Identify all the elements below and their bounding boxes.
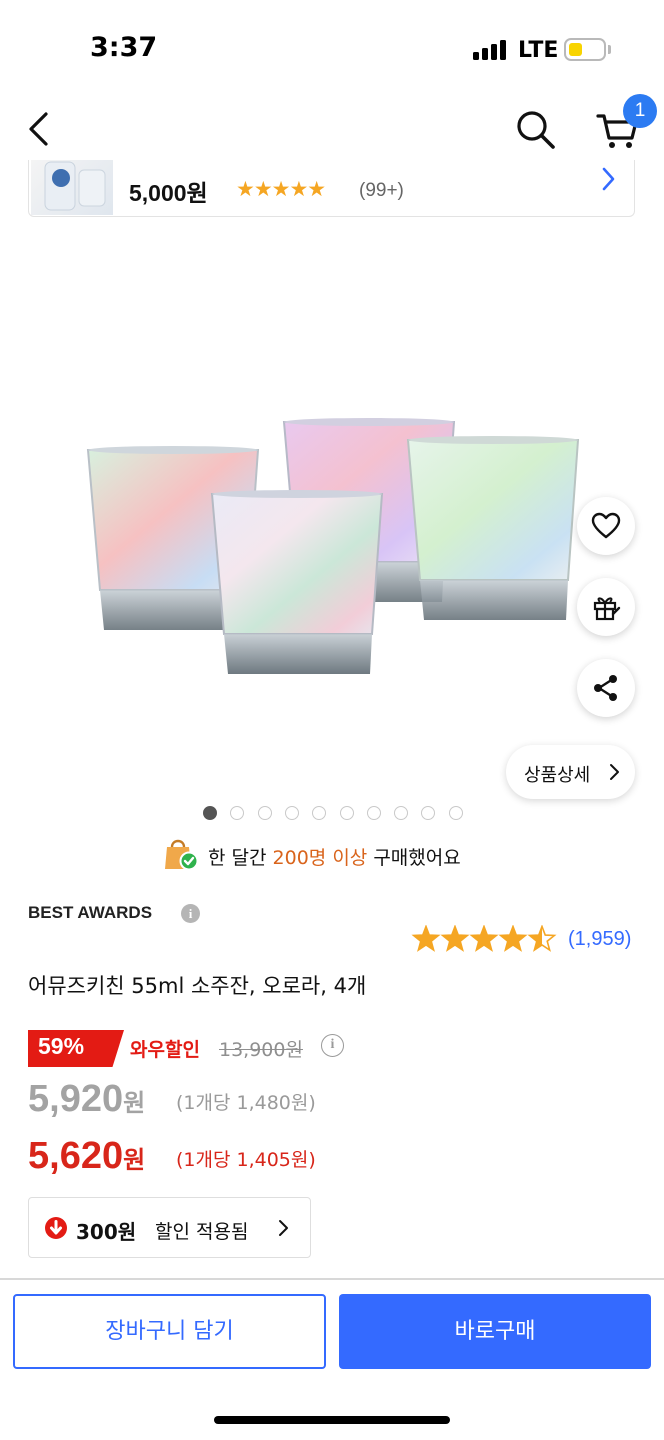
best-awards-label: BEST AWARDS (28, 903, 153, 922)
rating-star-fill (471, 926, 497, 951)
rating-stars[interactable] (411, 925, 561, 953)
product-detail-label: 상품상세 (524, 765, 591, 786)
rating-star-fill (413, 926, 439, 951)
heart-icon (591, 512, 621, 539)
back-button[interactable] (22, 106, 62, 152)
chevron-left-icon (29, 112, 48, 146)
product-title: 어뮤즈키친 55ml 소주잔, 오로라, 4개 (28, 974, 367, 998)
discount-percent: 59% (38, 1033, 85, 1059)
status-bar: 3:37 LTE (0, 0, 664, 100)
regular-price-currency: 원 (123, 1090, 146, 1117)
bottom-divider (0, 1278, 664, 1280)
pagination-dot[interactable] (366, 806, 381, 820)
pagination-dot[interactable] (394, 806, 409, 820)
regular-unit-price: (1개당 1,480원) (176, 1092, 316, 1114)
share-icon (594, 675, 617, 701)
gift-icon (593, 597, 621, 621)
review-count-link[interactable]: (1,959) (568, 928, 631, 951)
search-button[interactable] (512, 106, 558, 152)
sale-price: 5,620원 (28, 1135, 145, 1178)
regular-price-value: 5,920 (28, 1078, 124, 1120)
pagination-dot[interactable] (203, 806, 217, 820)
battery-icon (564, 38, 606, 61)
sale-unit-price: (1개당 1,405원) (176, 1149, 316, 1171)
purchase-notice: 한 달간 200명 이상 구매했어요 (208, 843, 461, 870)
pagination-dot[interactable] (257, 806, 272, 820)
pagination-dot[interactable] (339, 806, 354, 820)
share-button[interactable] (577, 659, 635, 717)
product-detail-button[interactable]: 상품상세 (506, 745, 635, 799)
sale-price-currency: 원 (123, 1147, 146, 1174)
notice-suffix: 구매했어요 (367, 847, 461, 869)
rating-star-fill (500, 926, 526, 951)
notice-highlight: 200명 이상 (272, 847, 368, 869)
battery-cap (608, 45, 611, 54)
shopping-bag-check-icon (165, 839, 199, 871)
chevron-right-icon (279, 1220, 288, 1236)
info-icon[interactable]: i (181, 904, 200, 923)
pagination-dot[interactable] (230, 806, 245, 820)
coupon-text: 할인 적용됨 (155, 1221, 249, 1243)
gift-button[interactable] (577, 578, 635, 636)
signal-icon (473, 40, 507, 60)
network-label: LTE (518, 38, 559, 63)
product-image[interactable] (60, 380, 600, 720)
chevron-right-icon (602, 167, 615, 191)
original-price: 13,900원 (219, 1039, 303, 1061)
price-info-icon[interactable]: i (321, 1034, 344, 1057)
cart-count-badge: 1 (623, 94, 657, 128)
coupon-discount-chip[interactable]: 300원 할인 적용됨 (28, 1197, 311, 1258)
rating-star-fill (442, 926, 468, 951)
buy-now-button[interactable]: 바로구매 (339, 1294, 651, 1369)
wow-discount-label: 와우할인 (130, 1039, 200, 1061)
mini-rating-stars: ★★★★★ (236, 177, 326, 201)
coupon-amount: 300원 (76, 1220, 137, 1244)
pagination-dot[interactable] (448, 806, 463, 820)
mini-price: 5,000원 (129, 180, 208, 206)
sticky-product-bar[interactable]: 5,000원 ★★★★★ (99+) (28, 160, 635, 217)
status-time: 3:37 (90, 32, 158, 63)
home-indicator[interactable] (214, 1416, 450, 1424)
sale-price-value: 5,620 (28, 1135, 124, 1177)
mini-review-count: (99+) (359, 180, 404, 201)
search-icon (517, 111, 555, 149)
chevron-right-icon (610, 764, 619, 780)
arrow-down-circle-icon (45, 1217, 67, 1239)
pagination-dot[interactable] (421, 806, 436, 820)
pagination-dot[interactable] (312, 806, 327, 820)
product-thumbnail (31, 160, 113, 215)
wishlist-button[interactable] (577, 497, 635, 555)
notice-prefix: 한 달간 (208, 847, 273, 869)
add-to-cart-button[interactable]: 장바구니 담기 (13, 1294, 326, 1369)
regular-price: 5,920원 (28, 1078, 145, 1121)
pagination-dot[interactable] (284, 806, 299, 820)
